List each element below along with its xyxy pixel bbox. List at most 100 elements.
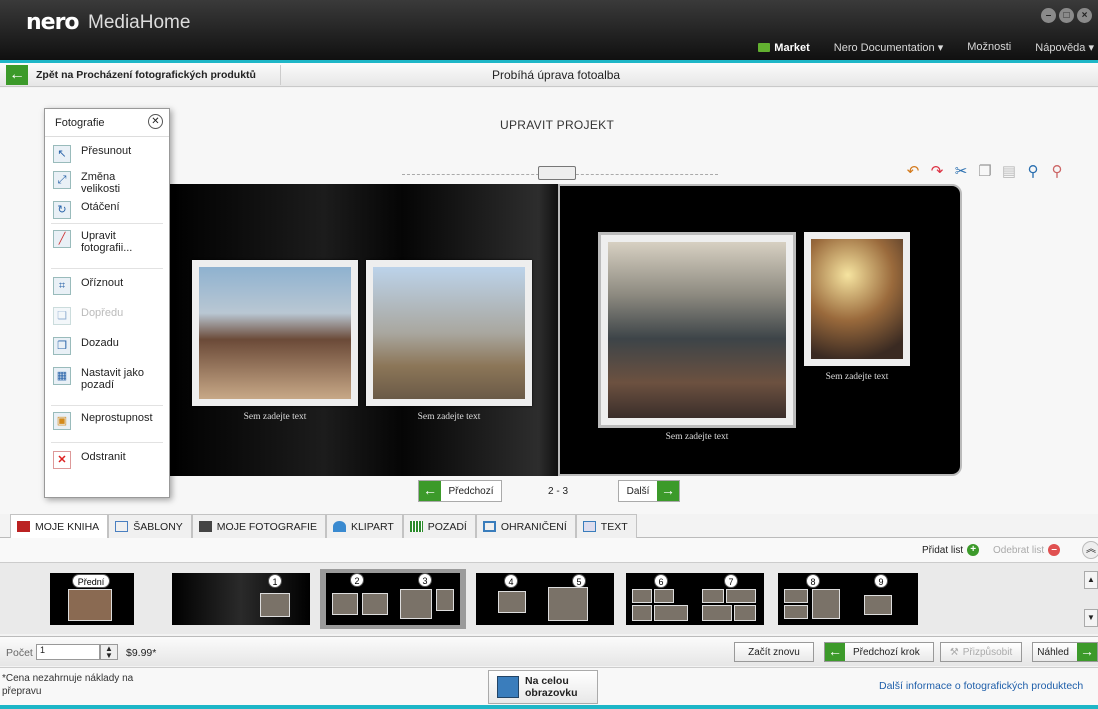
photo-image: [608, 242, 786, 418]
copy-icon[interactable]: ❐: [977, 162, 993, 180]
spine-handle[interactable]: [538, 166, 576, 180]
tool-crop[interactable]: ⌗ Oříznout: [45, 269, 169, 301]
tab-clipart[interactable]: KLIPART: [325, 514, 403, 538]
footer: *Cena nezahrnuje náklady na přepravu Na …: [0, 667, 1098, 705]
add-sheet-button[interactable]: Přidat list +: [922, 544, 980, 556]
previous-page-button[interactable]: ← Předchozí: [418, 480, 502, 502]
opacity-icon: ▣: [53, 412, 71, 430]
back-arrow-icon[interactable]: ←: [6, 65, 28, 85]
hammer-icon: ⚒: [949, 646, 959, 658]
restart-button[interactable]: Začít znovu: [734, 642, 814, 662]
customize-button[interactable]: ⚒ Přizpůsobit: [940, 642, 1022, 662]
photo-couple-sunset[interactable]: [804, 232, 910, 366]
tool-opacity[interactable]: ▣ Neprostupnost: [45, 406, 169, 442]
thumbnail-image: [632, 589, 652, 603]
photo-caption[interactable]: Sem zadejte text: [192, 412, 358, 422]
preview-label: Náhled: [1037, 646, 1069, 658]
thumbnail-image: [632, 605, 652, 621]
tab-text[interactable]: TEXT: [575, 514, 637, 538]
close-icon[interactable]: ✕: [148, 114, 163, 129]
tool-label: Upravit fotografii...: [81, 230, 133, 254]
title-bar: nero MediaHome – □ × Market Nero Documen…: [0, 0, 1098, 60]
close-icon[interactable]: ×: [1077, 8, 1092, 23]
background-icon: ▦: [53, 367, 71, 385]
thumbnail-sheet-1[interactable]: 1: [172, 573, 310, 625]
tool-bring-forward[interactable]: ❏ Dopředu: [45, 301, 169, 331]
more-info-link[interactable]: Další informace o fotografických produkt…: [879, 680, 1083, 692]
photo-caption[interactable]: Sem zadejte text: [804, 372, 910, 382]
tab-label: KLIPART: [350, 521, 394, 533]
tool-rotate[interactable]: ↻ Otáčení: [45, 197, 169, 223]
previous-step-button[interactable]: ← Předchozí krok: [824, 642, 934, 662]
page-thumbnails: Přední 1 2 3 4 5 6 7 8 9 ▲ ▼: [0, 562, 1098, 634]
documentation-menu[interactable]: Nero Documentation ▾: [834, 41, 943, 54]
photo-image: [373, 267, 525, 399]
nav-bar: ← Zpět na Procházení fotografických prod…: [0, 63, 1098, 87]
tab-my-book[interactable]: MOJE KNIHA: [10, 514, 109, 538]
tool-resize[interactable]: ⤢ Změna velikosti: [45, 167, 169, 197]
thumbnail-front[interactable]: Přední: [50, 573, 134, 625]
undo-icon[interactable]: ↶: [905, 162, 921, 180]
back-link[interactable]: Zpět na Procházení fotografických produk…: [36, 69, 256, 81]
tool-label: Změna velikosti: [81, 171, 121, 195]
scroll-up-icon[interactable]: ▲: [1084, 571, 1098, 589]
tool-remove[interactable]: ✕ Odstranit: [45, 443, 169, 473]
edit-toolbar: ↶ ↷ ✂ ❐ ▤ ⚲ ⚲: [905, 162, 1065, 180]
quantity-input[interactable]: 1: [36, 644, 100, 660]
tab-templates[interactable]: ŠABLONY: [108, 514, 192, 538]
remove-sheet-button[interactable]: Odebrat list –: [993, 544, 1061, 556]
edit-photo-icon: ╱: [53, 230, 71, 248]
album-page-left[interactable]: Sem zadejte text Sem zadejte text: [168, 184, 558, 476]
front-badge: Přední: [72, 574, 110, 588]
cut-icon[interactable]: ✂: [953, 162, 969, 180]
fullscreen-button[interactable]: Na celou obrazovku: [488, 670, 598, 704]
tool-label: Dozadu: [81, 337, 119, 349]
scroll-down-icon[interactable]: ▼: [1084, 609, 1098, 627]
photo-caption[interactable]: Sem zadejte text: [366, 412, 532, 422]
market-link[interactable]: Market: [758, 41, 810, 54]
resize-icon: ⤢: [53, 171, 71, 189]
tool-edit-photo[interactable]: ╱ Upravit fotografii...: [45, 224, 169, 268]
crop-icon: ⌗: [53, 277, 71, 295]
thumbnail-image: [498, 591, 526, 613]
remove-icon: ✕: [53, 451, 71, 469]
content-tabs: MOJE KNIHA ŠABLONY MOJE FOTOGRAFIE KLIPA…: [0, 514, 1098, 538]
collapse-icon[interactable]: ︽: [1082, 541, 1098, 559]
photo-beach-walk[interactable]: [366, 260, 532, 406]
tool-move[interactable]: ↖ Přesunout: [45, 137, 169, 167]
photo-selfie-couple[interactable]: [598, 232, 796, 428]
tab-my-photos[interactable]: MOJE FOTOGRAFIE: [191, 514, 326, 538]
maximize-icon[interactable]: □: [1059, 8, 1074, 23]
thumbnail-image: [400, 589, 432, 619]
window-controls: – □ ×: [1041, 8, 1092, 23]
tool-set-background[interactable]: ▦ Nastavit jako pozadí: [45, 363, 169, 405]
thumbnail-sheet-2-3[interactable]: 2 3: [320, 569, 466, 629]
zoom-out-icon[interactable]: ⚲: [1049, 162, 1065, 180]
tab-borders[interactable]: OHRANIČENÍ: [475, 514, 576, 538]
album-page-right[interactable]: Sem zadejte text Sem zadejte text: [558, 184, 962, 476]
market-label: Market: [774, 41, 810, 54]
minimize-icon[interactable]: –: [1041, 8, 1056, 23]
photo-caption[interactable]: Sem zadejte text: [598, 432, 796, 442]
next-page-button[interactable]: Další →: [618, 480, 680, 502]
page-number: 2: [350, 573, 364, 587]
options-menu[interactable]: Možnosti: [967, 41, 1011, 54]
tool-label: Dopředu: [81, 307, 124, 319]
photo-portrait-beach[interactable]: [192, 260, 358, 406]
tool-send-backward[interactable]: ❐ Dozadu: [45, 331, 169, 363]
backgrounds-icon: [409, 521, 423, 532]
tab-backgrounds[interactable]: POZADÍ: [402, 514, 476, 538]
tool-label: Otáčení: [81, 201, 120, 213]
redo-icon[interactable]: ↷: [929, 162, 945, 180]
zoom-in-icon[interactable]: ⚲: [1025, 162, 1041, 180]
preview-button[interactable]: Náhled →: [1032, 642, 1098, 662]
fullscreen-icon: [497, 676, 519, 698]
thumbnail-sheet-8-9[interactable]: 8 9: [778, 573, 918, 625]
remove-sheet-label: Odebrat list: [993, 544, 1045, 556]
thumbnail-sheet-6-7[interactable]: 6 7: [626, 573, 764, 625]
paste-icon[interactable]: ▤: [1001, 162, 1017, 180]
page-number: 5: [572, 574, 586, 588]
thumbnail-sheet-4-5[interactable]: 4 5: [476, 573, 614, 625]
help-menu[interactable]: Nápověda ▾: [1035, 41, 1094, 54]
quantity-stepper[interactable]: ▲ ▼: [100, 644, 118, 660]
